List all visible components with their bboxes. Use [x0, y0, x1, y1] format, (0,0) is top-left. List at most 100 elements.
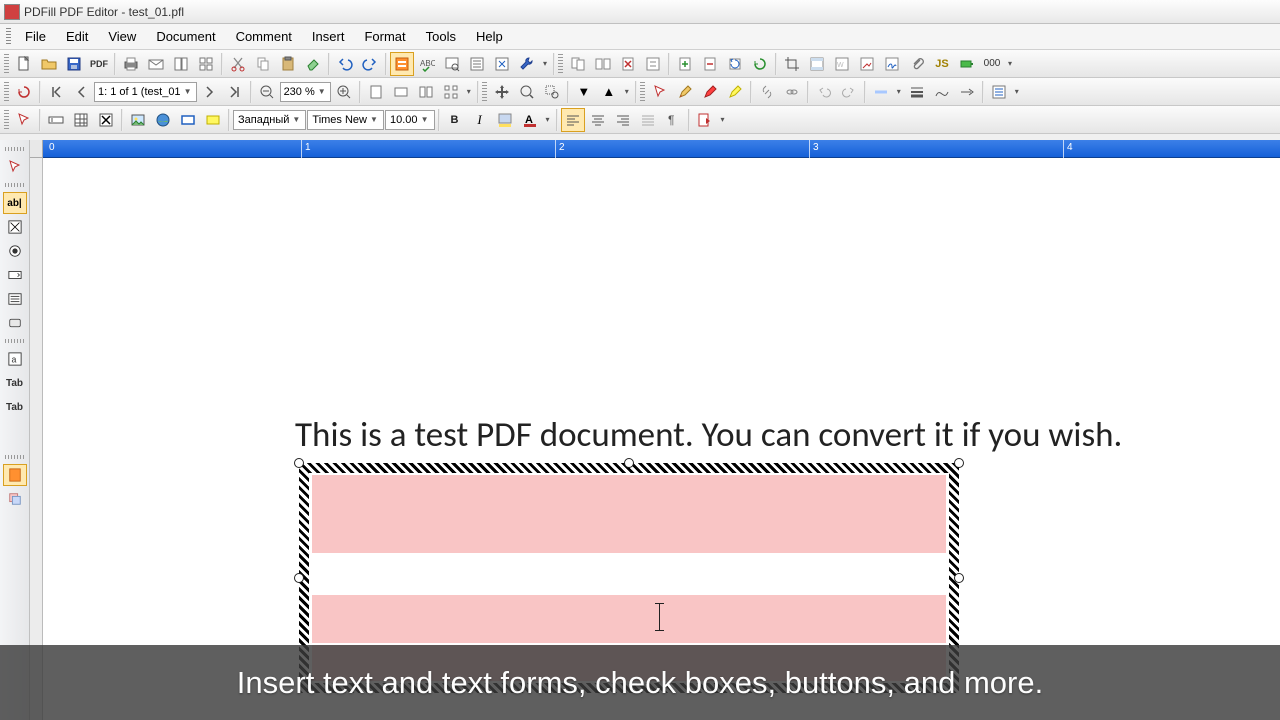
- align-left-button[interactable]: [561, 108, 585, 132]
- new-button[interactable]: [12, 52, 36, 76]
- zoom-out-button[interactable]: [255, 80, 279, 104]
- print-button[interactable]: [119, 52, 143, 76]
- export-tool-button[interactable]: [693, 108, 717, 132]
- line-style-drop[interactable]: ▾: [894, 81, 904, 103]
- page-indicator[interactable]: 1: 1 of 1 (test_01▼: [94, 82, 197, 102]
- menu-file[interactable]: File: [15, 26, 56, 47]
- align-right-button[interactable]: [611, 108, 635, 132]
- menu-help[interactable]: Help: [466, 26, 513, 47]
- first-page-button[interactable]: [44, 80, 68, 104]
- rect-button[interactable]: [176, 108, 200, 132]
- signature-tool[interactable]: a: [3, 348, 27, 370]
- checkbox-button[interactable]: [94, 108, 118, 132]
- text-field-button[interactable]: [44, 108, 68, 132]
- menu-document[interactable]: Document: [146, 26, 225, 47]
- toolbar-overflow[interactable]: ▾: [1012, 81, 1022, 103]
- dropup-button[interactable]: ▲: [597, 80, 621, 104]
- menu-comment[interactable]: Comment: [226, 26, 302, 47]
- toolbar-overflow[interactable]: ▾: [540, 53, 550, 75]
- web-image-button[interactable]: [151, 108, 175, 132]
- reload-button[interactable]: [12, 80, 36, 104]
- toolbar-overflow[interactable]: ▾: [622, 81, 632, 103]
- doc-grid-button[interactable]: [194, 52, 218, 76]
- text-tool[interactable]: ab|: [3, 192, 27, 214]
- menu-insert[interactable]: Insert: [302, 26, 355, 47]
- battery-button[interactable]: [955, 52, 979, 76]
- resize-handle-n[interactable]: [624, 458, 634, 468]
- image-button[interactable]: [126, 108, 150, 132]
- italic-button[interactable]: I: [468, 108, 492, 132]
- header-footer-button[interactable]: [805, 52, 829, 76]
- tab-order-tool-2[interactable]: Tab: [3, 396, 27, 418]
- add-page-button[interactable]: [673, 52, 697, 76]
- toolbar-overflow[interactable]: ▾: [464, 81, 474, 103]
- two-page-button[interactable]: [414, 80, 438, 104]
- tools-button[interactable]: [515, 52, 539, 76]
- radio-tool[interactable]: [3, 240, 27, 262]
- zoom-tool-button[interactable]: [515, 80, 539, 104]
- javascript-button[interactable]: JS: [930, 52, 954, 76]
- open-button[interactable]: [37, 52, 61, 76]
- resize-handle-w[interactable]: [294, 573, 304, 583]
- curve-button[interactable]: [930, 80, 954, 104]
- resize-handle-e[interactable]: [954, 573, 964, 583]
- menu-view[interactable]: View: [98, 26, 146, 47]
- table-button[interactable]: [69, 108, 93, 132]
- redo-button[interactable]: [358, 52, 382, 76]
- text-color-button[interactable]: A: [518, 108, 542, 132]
- form-list-button[interactable]: [465, 52, 489, 76]
- cut-button[interactable]: [226, 52, 250, 76]
- reorder-button[interactable]: [641, 52, 665, 76]
- menu-format[interactable]: Format: [354, 26, 415, 47]
- zoom-window-button[interactable]: [540, 80, 564, 104]
- last-page-button[interactable]: [223, 80, 247, 104]
- language-combo[interactable]: Западный▼: [233, 110, 306, 130]
- menu-tools[interactable]: Tools: [416, 26, 466, 47]
- checkbox-tool[interactable]: [3, 216, 27, 238]
- chain-tool-button[interactable]: [780, 80, 804, 104]
- font-size-combo[interactable]: 10.00▼: [385, 110, 435, 130]
- rotate-page-button[interactable]: [723, 52, 747, 76]
- attach-button[interactable]: [905, 52, 929, 76]
- crop-button[interactable]: [780, 52, 804, 76]
- grid-view-button[interactable]: [439, 80, 463, 104]
- layers-panel[interactable]: [3, 488, 27, 510]
- select-tool-button[interactable]: [648, 80, 672, 104]
- pointer-tool[interactable]: [3, 156, 27, 178]
- fit-width-button[interactable]: [389, 80, 413, 104]
- bookmark-panel[interactable]: [3, 464, 27, 486]
- export-pdf-button[interactable]: PDF: [87, 52, 111, 76]
- document-page[interactable]: This is a test PDF document. You can con…: [43, 158, 1280, 720]
- combo-tool[interactable]: [3, 264, 27, 286]
- list-tool[interactable]: [3, 288, 27, 310]
- form-mode-button[interactable]: [390, 52, 414, 76]
- copy-button[interactable]: [251, 52, 275, 76]
- menu-edit[interactable]: Edit: [56, 26, 98, 47]
- tab-order-tool[interactable]: Tab: [3, 372, 27, 394]
- properties-button[interactable]: [987, 80, 1011, 104]
- merge-button[interactable]: [566, 52, 590, 76]
- undo-button[interactable]: [333, 52, 357, 76]
- toolbar-overflow[interactable]: ▾: [1005, 53, 1015, 75]
- arrow-button[interactable]: [955, 80, 979, 104]
- doc-list-button[interactable]: [169, 52, 193, 76]
- resize-handle-nw[interactable]: [294, 458, 304, 468]
- redo-annot-button[interactable]: [837, 80, 861, 104]
- pencil-tool-button[interactable]: [673, 80, 697, 104]
- select-arrow-button[interactable]: [12, 108, 36, 132]
- zoom-combo[interactable]: 230 %▼: [280, 82, 331, 102]
- highlight-rect-button[interactable]: [201, 108, 225, 132]
- stamp-button[interactable]: [855, 52, 879, 76]
- form-settings-button[interactable]: [490, 52, 514, 76]
- watermark-button[interactable]: W: [830, 52, 854, 76]
- button-tool[interactable]: [3, 312, 27, 334]
- dropdown-button[interactable]: ▼: [572, 80, 596, 104]
- bold-button[interactable]: B: [443, 108, 467, 132]
- split-button[interactable]: [591, 52, 615, 76]
- save-button[interactable]: [62, 52, 86, 76]
- move-tool-button[interactable]: [490, 80, 514, 104]
- pen-tool-button[interactable]: [698, 80, 722, 104]
- fit-page-button[interactable]: [364, 80, 388, 104]
- line-weight-button[interactable]: [905, 80, 929, 104]
- link-tool-button[interactable]: [755, 80, 779, 104]
